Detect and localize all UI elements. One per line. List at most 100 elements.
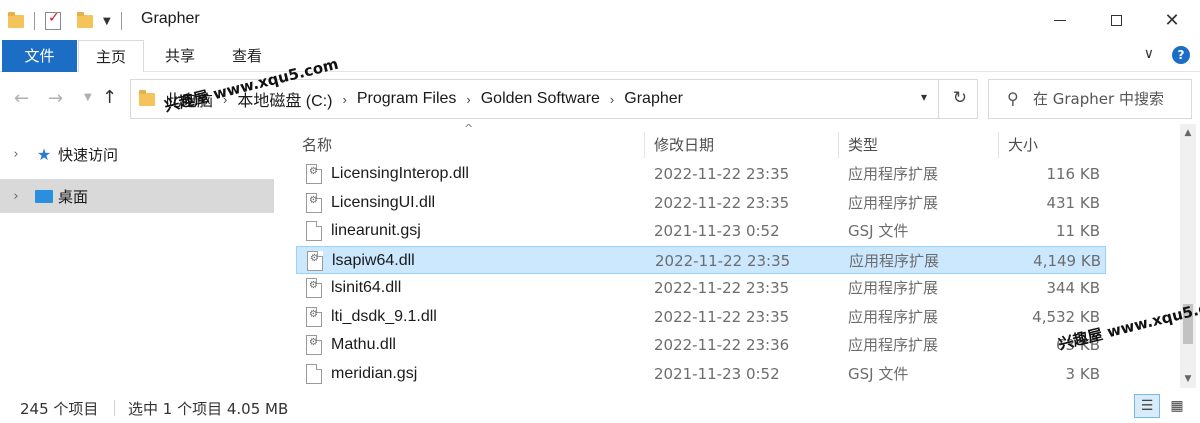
file-row[interactable]: LicensingInterop.dll 2022-11-22 23:35 应用… [296, 160, 1106, 188]
file-date: 2022-11-22 23:36 [654, 336, 790, 354]
folder-icon [8, 11, 24, 28]
title-bar: ▼ Grapher ✕ [0, 0, 1200, 40]
details-view-icon[interactable]: ☰ [1134, 394, 1160, 418]
search-icon: ⚲ [1007, 89, 1019, 108]
file-type: 应用程序扩展 [848, 193, 939, 212]
nav-item-desktop[interactable]: › 桌面 [0, 179, 274, 213]
file-size: 3 KB [1065, 364, 1100, 383]
window-controls: ✕ [1032, 0, 1200, 40]
vertical-scrollbar[interactable]: ▲ ▼ [1180, 124, 1196, 388]
customize-qat-dropdown-icon[interactable]: ▼ [103, 16, 111, 27]
up-arrow-icon[interactable]: ↑ [102, 87, 117, 108]
scroll-down-icon[interactable]: ▼ [1180, 374, 1196, 384]
file-date: 2022-11-22 23:35 [655, 251, 791, 270]
scroll-up-icon[interactable]: ▲ [1180, 128, 1196, 138]
minimize-button[interactable] [1032, 0, 1088, 40]
large-icons-view-icon[interactable]: ▦ [1164, 394, 1190, 418]
expand-chevron-icon[interactable]: › [0, 147, 32, 162]
forward-arrow-icon[interactable]: → [48, 88, 63, 109]
dll-file-icon [307, 250, 323, 271]
nav-item-quick-access[interactable]: › ★ 快速访问 [0, 137, 274, 171]
file-type: 应用程序扩展 [848, 307, 939, 326]
blank-file-icon [306, 363, 322, 384]
file-list: ^ 名称 修改日期 类型 大小 LicensingInterop.dll 202… [292, 122, 1178, 388]
status-divider [114, 400, 115, 416]
item-count: 245 个项目 [20, 400, 99, 418]
dll-file-icon [306, 306, 322, 327]
breadcrumb-separator[interactable]: › [610, 92, 614, 107]
file-row-selected[interactable]: lsapiw64.dll 2022-11-22 23:35 应用程序扩展 4,1… [296, 245, 1106, 274]
column-header-size[interactable]: 大小 [998, 130, 1108, 160]
address-divider [938, 80, 939, 118]
minimize-icon [1054, 19, 1066, 21]
file-type: GSJ 文件 [848, 222, 909, 240]
search-input[interactable] [1033, 88, 1183, 110]
breadcrumb-golden-software[interactable]: Golden Software [481, 90, 600, 108]
new-folder-icon[interactable] [77, 11, 93, 28]
folder-icon [139, 90, 155, 106]
maximize-icon [1110, 14, 1122, 26]
column-header-name[interactable]: 名称 [292, 130, 644, 160]
file-row[interactable]: LicensingUI.dll 2022-11-22 23:35 应用程序扩展 … [296, 189, 1106, 217]
search-box[interactable]: ⚲ [988, 79, 1192, 119]
ribbon-tabs: 文件 主页 共享 查看 ∨ ? [0, 40, 1200, 72]
back-arrow-icon[interactable]: ← [14, 88, 29, 109]
dll-file-icon [306, 192, 322, 213]
tab-file[interactable]: 文件 [2, 40, 77, 72]
file-name: linearunit.gsj [331, 222, 421, 239]
file-date: 2022-11-22 23:35 [654, 193, 790, 212]
file-name: LicensingInterop.dll [331, 165, 469, 182]
status-bar: 245 个项目 选中 1 个项目 4.05 MB ☰ ▦ [0, 390, 1200, 423]
file-row[interactable]: meridian.gsj 2021-11-23 0:52 GSJ 文件 3 KB [296, 360, 1106, 388]
file-date: 2021-11-23 0:52 [654, 364, 780, 383]
file-size: 344 KB [1046, 279, 1100, 297]
quick-access-toolbar: ▼ [8, 8, 126, 34]
file-name: meridian.gsj [331, 364, 418, 382]
close-button[interactable]: ✕ [1144, 0, 1200, 40]
column-headers: 名称 修改日期 类型 大小 [292, 130, 1178, 160]
tab-share[interactable]: 共享 [150, 40, 210, 72]
column-header-date[interactable]: 修改日期 [644, 130, 838, 160]
column-header-type[interactable]: 类型 [838, 130, 998, 160]
view-switcher: ☰ ▦ [1134, 394, 1190, 418]
expand-ribbon-icon[interactable]: ∨ [1144, 46, 1154, 64]
dll-file-icon [306, 335, 322, 355]
blank-file-icon [306, 221, 322, 241]
breadcrumb-program-files[interactable]: Program Files [357, 90, 457, 108]
star-icon: ★ [36, 144, 52, 164]
file-size: 11 KB [1056, 222, 1100, 240]
file-type: 应用程序扩展 [848, 336, 939, 354]
file-row[interactable]: lsinit64.dll 2022-11-22 23:35 应用程序扩展 344… [296, 274, 1106, 302]
file-row[interactable]: lti_dsdk_9.1.dll 2022-11-22 23:35 应用程序扩展… [296, 303, 1106, 331]
properties-icon[interactable] [45, 10, 61, 30]
file-type: GSJ 文件 [848, 364, 909, 383]
selection-info: 选中 1 个项目 4.05 MB [128, 400, 289, 418]
file-name: lsinit64.dll [331, 279, 402, 296]
maximize-button[interactable] [1088, 0, 1144, 40]
address-history-chevron-icon[interactable]: ▾ [921, 90, 927, 104]
refresh-icon[interactable]: ↻ [953, 88, 967, 108]
help-icon[interactable]: ? [1172, 46, 1190, 64]
qat-separator [34, 12, 35, 30]
file-row[interactable]: Mathu.dll 2022-11-22 23:36 应用程序扩展 63 KB [296, 331, 1106, 359]
recent-locations-dropdown-icon[interactable]: ▼ [84, 92, 92, 103]
file-size: 431 KB [1046, 193, 1100, 212]
nav-item-label: 快速访问 [58, 145, 119, 164]
window-title: Grapher [141, 10, 200, 27]
close-icon: ✕ [1164, 9, 1180, 31]
expand-chevron-icon[interactable]: › [0, 189, 32, 204]
file-size: 116 KB [1046, 165, 1100, 183]
breadcrumb-grapher[interactable]: Grapher [624, 90, 683, 108]
desktop-icon [32, 187, 56, 205]
file-type: 应用程序扩展 [848, 165, 939, 183]
dll-file-icon [306, 164, 322, 184]
breadcrumb-separator[interactable]: › [466, 92, 470, 107]
breadcrumb-separator[interactable]: › [342, 92, 346, 107]
tab-home[interactable]: 主页 [78, 40, 144, 72]
tab-view[interactable]: 查看 [216, 40, 278, 72]
file-type: 应用程序扩展 [849, 251, 940, 270]
navigation-pane: › ★ 快速访问 › 桌面 [0, 130, 276, 388]
file-size: 4,149 KB [1033, 251, 1101, 270]
file-row[interactable]: linearunit.gsj 2021-11-23 0:52 GSJ 文件 11… [296, 217, 1106, 245]
file-name: Mathu.dll [331, 336, 396, 353]
